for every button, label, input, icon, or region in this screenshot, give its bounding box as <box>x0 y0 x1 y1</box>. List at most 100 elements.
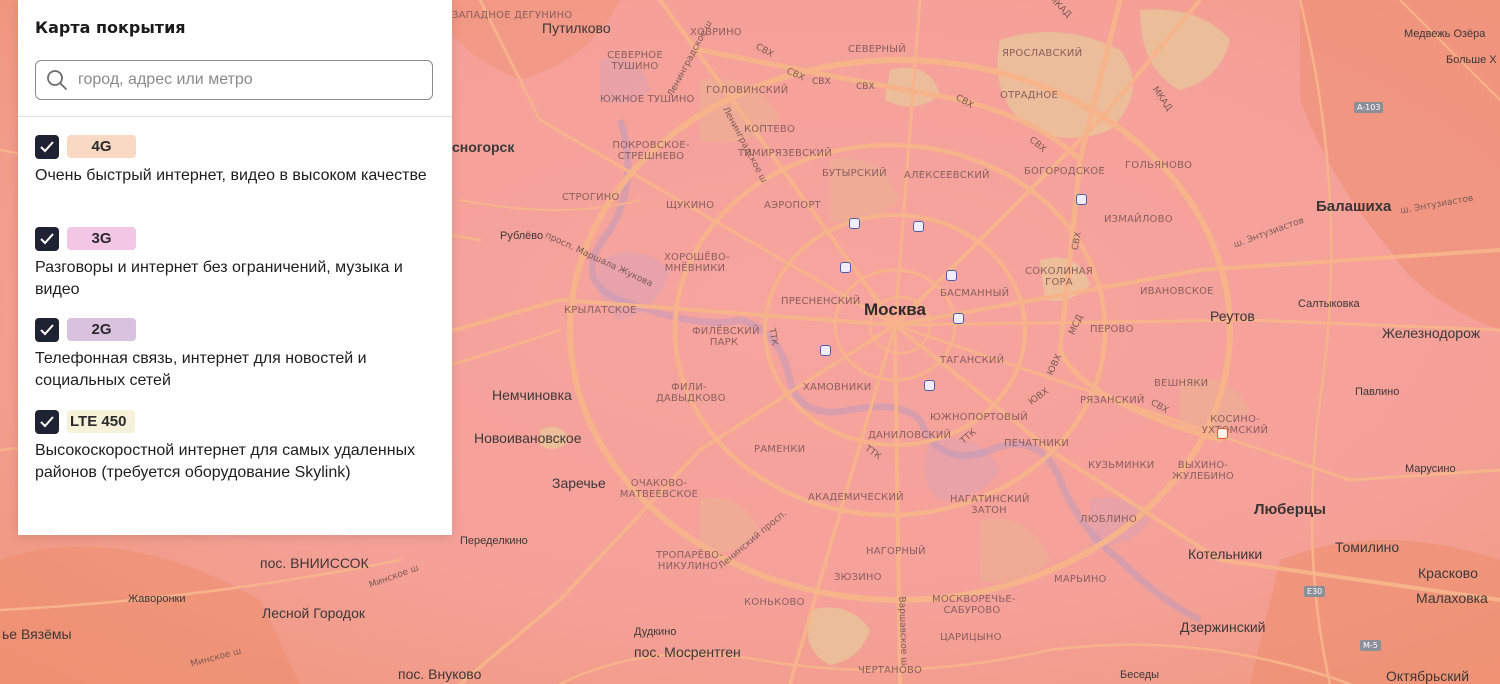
layer-2g-checkbox[interactable] <box>35 318 59 342</box>
district-ochakovo: ОЧАКОВО-МАТВЕЕВСКОЕ <box>619 478 699 500</box>
district-maryino: МАРЬИНО <box>1054 574 1107 585</box>
search-input[interactable] <box>76 67 420 93</box>
label-lesnoy: Лесной Городок <box>262 605 365 621</box>
district-khoroshevo: ХОРОШЁВО-МНЁВНИКИ <box>664 252 730 274</box>
metro-icon[interactable] <box>953 313 964 324</box>
layer-4g-checkbox[interactable] <box>35 135 59 159</box>
panel-title: Карта покрытия <box>35 18 186 37</box>
metro-icon[interactable] <box>924 380 935 391</box>
check-icon <box>40 416 54 428</box>
label-pavlino: Павлино <box>1355 386 1400 398</box>
layer-lte450-description: Высокоскоростной интернет для самых удал… <box>35 442 416 481</box>
district-konkovo: КОНЬКОВО <box>744 597 805 608</box>
label-peredelkino: Переделкино <box>460 535 528 547</box>
layer-lte450-checkbox[interactable] <box>35 410 59 434</box>
road-svh-3: СВХ <box>812 77 831 87</box>
district-lyublino: ЛЮБЛИНО <box>1080 514 1137 525</box>
district-kosino: КОСИНО-УХТОМСКИЙ <box>1201 414 1269 436</box>
divider <box>18 116 452 117</box>
district-sokolinaya: СОКОЛИНАЯ ГОРА <box>1025 266 1093 288</box>
metro-icon[interactable] <box>840 262 851 273</box>
district-vykhino: ВЫХИНО-ЖУЛЕБИНО <box>1171 460 1235 482</box>
railway-station-icon[interactable] <box>1217 428 1228 439</box>
district-taganskiy: ТАГАНСКИЙ <box>940 355 1005 366</box>
district-krylatskoe: КРЫЛАТСКОЕ <box>564 305 637 316</box>
label-vnukovo: пос. Внуково <box>398 666 482 682</box>
label-vniissok: пос. ВНИИССОК <box>260 555 369 571</box>
metro-icon[interactable] <box>946 270 957 281</box>
label-putilkovo: Путилково <box>542 20 611 36</box>
search-box[interactable] <box>35 60 433 100</box>
district-aeroport: АЭРОПОРТ <box>764 200 821 211</box>
district-pechatniki: ПЕЧАТНИКИ <box>1004 438 1070 449</box>
label-dzerzhinsky: Дзержинский <box>1180 619 1266 635</box>
badge-lte450: LTE 450 <box>67 410 135 433</box>
district-akademicheskiy: АКАДЕМИЧЕСКИЙ <box>808 492 904 503</box>
check-icon <box>40 233 54 245</box>
district-pokrovskoe: ПОКРОВСКОЕ-СТРЕШНЕВО <box>612 140 690 162</box>
district-fili: ФИЛИ-ДАВЫДКОВО <box>656 382 726 404</box>
district-perovo: ПЕРОВО <box>1090 324 1134 335</box>
label-krasnogorsk: сногорск <box>452 139 515 155</box>
highway-shield-e30: E30 <box>1304 586 1326 597</box>
layer-3g-checkbox[interactable] <box>35 227 59 251</box>
label-vyazemy: ье Вязёмы <box>2 626 72 642</box>
label-malakhovka: Малаховка <box>1416 590 1488 606</box>
district-tsaritsyno: ЦАРИЦЫНО <box>940 632 1002 643</box>
district-chertanovo: ЧЕРТАНОВО <box>858 665 923 676</box>
district-filevsky: ФИЛЁВСКИЙ ПАРК <box>692 326 760 348</box>
district-otradnoe: ОТРАДНОЕ <box>1000 90 1058 101</box>
metro-icon[interactable] <box>820 345 831 356</box>
district-troparevo: ТРОПАРЁВО-НИКУЛИНО <box>656 550 724 572</box>
label-oktyabrsky: Октябрьский <box>1386 668 1470 684</box>
highway-shield-m5: M-5 <box>1360 640 1381 651</box>
district-ivanovskoe: ИВАНОВСКОЕ <box>1140 286 1214 297</box>
label-kotelniki: Котельники <box>1188 546 1263 562</box>
district-alekseevsky: АЛЕКСЕЕВСКИЙ <box>904 170 990 181</box>
district-golovinsky: ГОЛОВИНСКИЙ <box>706 85 789 96</box>
badge-2g: 2G <box>67 318 136 341</box>
district-nagatinsky: НАГАТИНСКИЙ ЗАТОН <box>950 494 1030 516</box>
label-tomilino: Томилино <box>1335 539 1400 555</box>
label-zhavoronki: Жаворонки <box>128 593 186 605</box>
district-zyuzino: ЗЮЗИНО <box>834 572 882 583</box>
road-svh-4: СВХ <box>856 82 875 92</box>
district-bogorodskoe: БОГОРОДСКОЕ <box>1024 166 1105 177</box>
district-yuzhnoportovy: ЮЖНОПОРТОВЫЙ <box>930 412 1028 423</box>
label-moscow: Москва <box>864 300 926 319</box>
highway-shield-a103: A-103 <box>1354 102 1384 113</box>
label-rublevo: Рублёво <box>500 230 544 242</box>
district-severnoe-tushino: СЕВЕРНОЕ ТУШИНО <box>607 50 663 72</box>
district-ramenki: РАМЕНКИ <box>754 444 806 455</box>
layer-3g-description: Разговоры и интернет без ограничений, му… <box>35 259 403 298</box>
label-balashikha: Балашиха <box>1316 198 1392 215</box>
label-reutov: Реутов <box>1210 308 1255 324</box>
label-besedy: Беседы <box>1120 669 1160 681</box>
district-khamovniki: ХАМОВНИКИ <box>803 382 872 393</box>
metro-icon[interactable] <box>849 218 860 229</box>
district-butyrsky: БУТЫРСКИЙ <box>822 168 887 179</box>
district-northern: СЕВЕРНЫЙ <box>848 44 906 55</box>
label-kraskovo: Красково <box>1418 565 1478 581</box>
district-yaroslavsky: ЯРОСЛАВСКИЙ <box>1002 48 1083 59</box>
district-basmanny: БАСМАННЫЙ <box>940 288 1010 299</box>
metro-icon[interactable] <box>1076 194 1087 205</box>
label-nemchinovka: Немчиновка <box>492 387 572 403</box>
label-saltykovka: Салтыковка <box>1298 298 1360 310</box>
label-lyubertsy: Люберцы <box>1254 501 1326 518</box>
layer-4g-description: Очень быстрый интернет, видео в высоком … <box>35 167 427 184</box>
district-presnensky: ПРЕСНЕНСКИЙ <box>781 296 861 307</box>
district-izmailovo: ИЗМАЙЛОВО <box>1104 214 1173 225</box>
district-veshnyaki: ВЕШНЯКИ <box>1154 378 1209 389</box>
label-dudkino: Дудкино <box>634 626 677 638</box>
label-bolshie: Больше Х <box>1446 54 1497 66</box>
check-icon <box>40 141 54 153</box>
label-mosrentgen: пос. Мосрентген <box>634 644 741 660</box>
badge-4g: 4G <box>67 135 136 158</box>
district-strogino: СТРОГИНО <box>562 192 620 203</box>
district-kuzminki: КУЗЬМИНКИ <box>1088 460 1155 471</box>
district-shchukino: ЩУКИНО <box>666 200 715 211</box>
label-marusino: Марусино <box>1405 463 1456 475</box>
metro-icon[interactable] <box>913 221 924 232</box>
district-nagorny: НАГОРНЫЙ <box>866 546 926 557</box>
